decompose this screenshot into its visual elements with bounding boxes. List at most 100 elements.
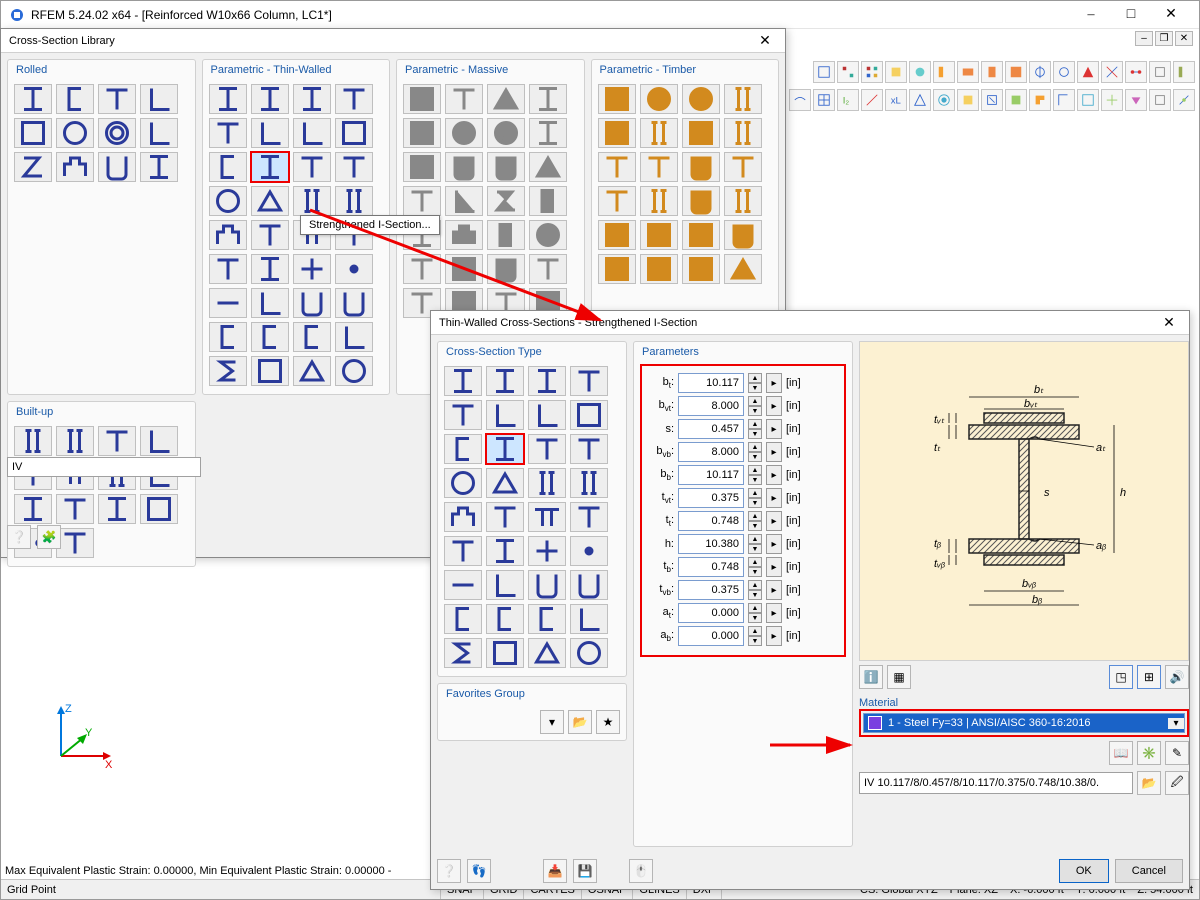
param-input[interactable] (678, 465, 744, 485)
info-icon[interactable]: ℹ️ (859, 665, 883, 689)
library-close-button[interactable]: ✕ (753, 31, 777, 51)
section-button[interactable] (251, 152, 289, 182)
section-button[interactable] (14, 426, 52, 456)
tool-icon[interactable] (1053, 61, 1075, 83)
section-button[interactable] (251, 288, 289, 318)
param-input[interactable] (678, 396, 744, 416)
section-button[interactable] (209, 118, 247, 148)
param-pick-button[interactable]: ▸ (766, 557, 782, 577)
view-values-icon[interactable]: ⊞ (1137, 665, 1161, 689)
section-button[interactable] (682, 254, 720, 284)
section-button[interactable] (682, 118, 720, 148)
section-button[interactable] (98, 118, 136, 148)
tool-icon[interactable] (933, 89, 955, 111)
section-button[interactable] (682, 186, 720, 216)
section-button[interactable] (486, 434, 524, 464)
section-button[interactable] (486, 502, 524, 532)
section-button[interactable] (14, 118, 52, 148)
section-button[interactable] (528, 400, 566, 430)
section-button[interactable] (251, 356, 289, 386)
param-pick-button[interactable]: ▸ (766, 488, 782, 508)
param-input[interactable] (678, 373, 744, 393)
param-spinner[interactable]: ▲▼ (748, 534, 762, 554)
material-edit-icon[interactable]: ✎ (1165, 741, 1189, 765)
tool-icon[interactable] (1101, 89, 1123, 111)
section-button[interactable] (598, 152, 636, 182)
tool-icon[interactable] (885, 61, 907, 83)
minimize-button[interactable]: – (1071, 2, 1111, 28)
section-button[interactable] (528, 502, 566, 532)
param-pick-button[interactable]: ▸ (766, 373, 782, 393)
favorites-dropdown[interactable]: ▾ (540, 710, 564, 734)
section-button[interactable] (570, 570, 608, 600)
section-button[interactable] (403, 118, 441, 148)
section-button[interactable] (528, 570, 566, 600)
section-button[interactable] (98, 152, 136, 182)
section-button[interactable] (528, 604, 566, 634)
section-button[interactable] (640, 220, 678, 250)
section-button[interactable] (682, 152, 720, 182)
tool-icon[interactable] (861, 61, 883, 83)
section-button[interactable] (209, 84, 247, 114)
section-button[interactable] (403, 152, 441, 182)
section-button[interactable] (486, 570, 524, 600)
section-button[interactable] (293, 84, 331, 114)
section-button[interactable] (682, 220, 720, 250)
cross-section-code-input[interactable] (859, 772, 1133, 794)
section-button[interactable] (640, 84, 678, 114)
section-button[interactable] (335, 152, 373, 182)
section-button[interactable] (444, 468, 482, 498)
param-input[interactable] (678, 557, 744, 577)
settings-icon[interactable]: 🧩 (37, 525, 61, 549)
section-button[interactable] (570, 604, 608, 634)
jump-icon[interactable]: 👣 (467, 859, 491, 883)
section-button[interactable] (724, 118, 762, 148)
tool-icon[interactable] (1101, 61, 1123, 83)
section-button[interactable] (209, 322, 247, 352)
section-button[interactable] (56, 426, 94, 456)
section-button[interactable] (682, 84, 720, 114)
param-spinner[interactable]: ▲▼ (748, 465, 762, 485)
section-button[interactable] (529, 118, 567, 148)
section-button[interactable] (293, 118, 331, 148)
section-button[interactable] (140, 426, 178, 456)
tool-icon[interactable] (789, 89, 811, 111)
section-button[interactable] (56, 84, 94, 114)
mdi-close-button[interactable]: ✕ (1175, 31, 1193, 46)
tool-icon[interactable] (1149, 89, 1171, 111)
section-button[interactable] (528, 434, 566, 464)
section-button[interactable] (487, 118, 525, 148)
section-button[interactable] (598, 84, 636, 114)
param-input[interactable] (678, 419, 744, 439)
material-dropdown-button[interactable]: ▾ (1168, 718, 1184, 729)
section-button[interactable] (140, 118, 178, 148)
section-button[interactable] (293, 152, 331, 182)
section-button[interactable] (251, 322, 289, 352)
section-button[interactable] (98, 426, 136, 456)
param-spinner[interactable]: ▲▼ (748, 626, 762, 646)
tool-icon[interactable] (1029, 61, 1051, 83)
section-button[interactable] (445, 118, 483, 148)
section-button[interactable] (293, 356, 331, 386)
tool-icon[interactable] (981, 61, 1003, 83)
section-button[interactable] (529, 152, 567, 182)
section-button[interactable] (251, 84, 289, 114)
param-input[interactable] (678, 511, 744, 531)
section-button[interactable] (486, 638, 524, 668)
section-button[interactable] (335, 118, 373, 148)
param-pick-button[interactable]: ▸ (766, 419, 782, 439)
param-spinner[interactable]: ▲▼ (748, 419, 762, 439)
section-button[interactable] (724, 152, 762, 182)
section-button[interactable] (444, 604, 482, 634)
section-button[interactable] (598, 118, 636, 148)
section-button[interactable] (56, 152, 94, 182)
section-button[interactable] (14, 152, 52, 182)
tool-icon[interactable] (957, 61, 979, 83)
param-pick-button[interactable]: ▸ (766, 626, 782, 646)
section-button[interactable] (570, 502, 608, 532)
pick-from-graphic-icon[interactable]: 🖱️ (629, 859, 653, 883)
help-button[interactable]: ❔ (7, 525, 31, 549)
section-button[interactable] (570, 400, 608, 430)
section-button[interactable] (209, 152, 247, 182)
param-spinner[interactable]: ▲▼ (748, 557, 762, 577)
